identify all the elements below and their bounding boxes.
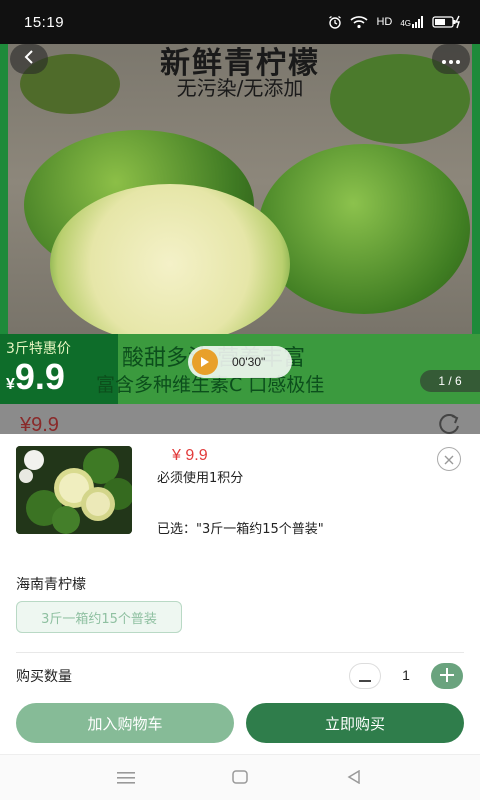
divider (16, 652, 464, 653)
more-button[interactable] (432, 44, 470, 74)
signal-icon: 4G (400, 16, 424, 28)
menu-nav-icon (117, 769, 135, 788)
plus-icon (440, 667, 454, 686)
home-nav-button[interactable] (228, 768, 252, 788)
lime-whole-right (258, 144, 470, 314)
alarm-icon (328, 15, 342, 29)
lime-cut-half (50, 184, 290, 344)
carousel-page-indicator: 1 / 6 (420, 370, 480, 392)
sheet-price: ¥ 9.9 (172, 447, 208, 464)
back-icon (22, 49, 36, 69)
back-nav-icon (347, 769, 361, 788)
signal-label: 4G (400, 19, 411, 28)
promo-price-value: 9.9 (14, 356, 65, 397)
back-button[interactable] (10, 44, 48, 74)
quantity-label: 购买数量 (16, 669, 72, 685)
status-time: 15:19 (24, 13, 65, 31)
back-nav-button[interactable] (342, 768, 366, 788)
battery-icon (432, 15, 462, 29)
dim-overlay[interactable] (0, 404, 480, 434)
minus-icon (359, 667, 371, 686)
close-button[interactable] (437, 447, 461, 471)
quantity-increase-button[interactable] (431, 663, 463, 689)
system-navigation-bar (0, 754, 480, 800)
promo-currency: ¥ (6, 376, 15, 393)
wifi-icon (350, 15, 368, 29)
menu-nav-button[interactable] (114, 768, 138, 788)
selected-spec: 已选："3斤一箱约15个普装" (157, 522, 324, 537)
play-icon (192, 349, 218, 375)
video-duration: 00'30" (232, 355, 266, 369)
hero-subtitle: 无污染/无添加 (176, 76, 304, 100)
status-icons: HD 4G (328, 15, 462, 29)
spec-option[interactable]: 3斤一箱约15个普装 (16, 601, 182, 633)
more-icon (441, 50, 461, 69)
quantity-decrease-button[interactable] (349, 663, 381, 689)
close-icon (444, 450, 454, 469)
points-requirement: 必须使用1积分 (157, 471, 244, 486)
promo-label: 3斤特惠价 (6, 341, 71, 357)
status-bar: 15:19 HD 4G (0, 0, 480, 44)
video-play-button[interactable]: 00'30" (188, 346, 292, 378)
add-to-cart-button[interactable]: 加入购物车 (16, 703, 234, 743)
buy-now-button[interactable]: 立即购买 (246, 703, 464, 743)
network-label: HD (376, 16, 393, 28)
home-nav-icon (232, 769, 248, 788)
product-thumbnail (16, 446, 132, 534)
quantity-value[interactable]: 1 (394, 667, 418, 683)
spec-group-title: 海南青柠檬 (16, 577, 86, 593)
